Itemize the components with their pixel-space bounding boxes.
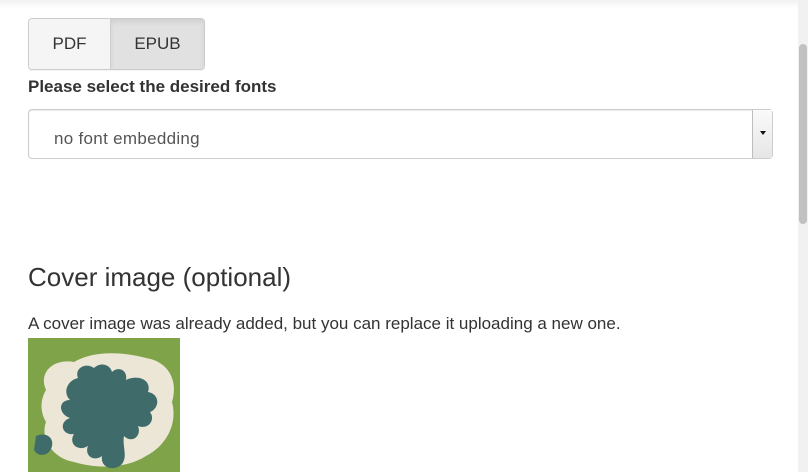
format-toggle-group: PDF EPUB	[28, 18, 205, 70]
top-strip	[0, 0, 798, 8]
cover-artwork	[28, 338, 180, 472]
fonts-label: Please select the desired fonts	[28, 77, 277, 96]
chevron-down-icon[interactable]	[752, 110, 772, 158]
font-select-value: no font embedding	[54, 129, 200, 148]
cover-heading: Cover image (optional)	[28, 262, 292, 292]
cover-image	[28, 338, 180, 472]
cover-description: A cover image was already added, but you…	[28, 314, 621, 333]
epub-format-button[interactable]: EPUB	[110, 19, 204, 69]
scrollbar-thumb[interactable]	[799, 44, 807, 224]
font-select[interactable]: no font embedding	[28, 109, 773, 159]
pdf-format-button[interactable]: PDF	[29, 19, 110, 69]
page-scrollbar[interactable]	[798, 0, 808, 472]
